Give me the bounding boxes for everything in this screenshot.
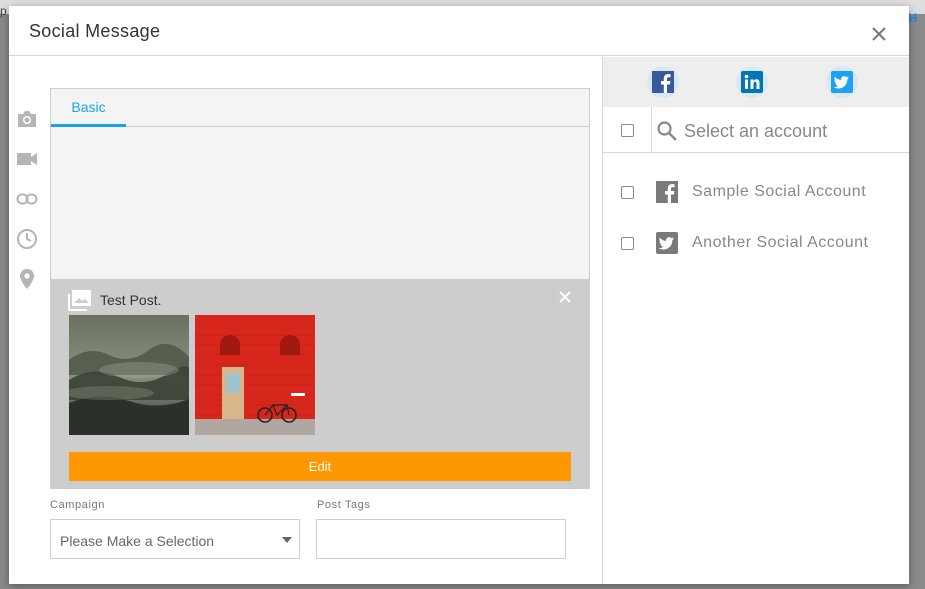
- compose-pane: Basic Test Post. Edit Campaign Post Tags…: [9, 57, 602, 584]
- remove-post-icon[interactable]: [559, 291, 571, 303]
- post-preview: Test Post. Edit: [51, 279, 589, 489]
- close-icon: [872, 27, 886, 41]
- account-checkbox[interactable]: [621, 237, 634, 250]
- add-location-button[interactable]: [15, 267, 39, 291]
- twitter-filter-button[interactable]: [826, 66, 858, 98]
- add-link-button[interactable]: [15, 187, 39, 211]
- camera-icon: [18, 111, 36, 127]
- link-icon: [16, 193, 38, 205]
- campaign-select-value: Please Make a Selection: [60, 533, 215, 549]
- close-button[interactable]: [869, 24, 889, 44]
- image-icon: [68, 290, 91, 311]
- account-name: Another Social Account: [692, 234, 869, 251]
- select-all-checkbox[interactable]: [621, 124, 634, 137]
- post-text: Test Post.: [100, 292, 162, 308]
- clock-icon: [17, 229, 37, 249]
- campaign-label: Campaign: [50, 499, 105, 511]
- account-row[interactable]: Sample Social Account: [603, 171, 909, 211]
- tab-basic[interactable]: Basic: [51, 89, 126, 127]
- post-tags-label: Post Tags: [317, 499, 371, 511]
- facebook-filter-button[interactable]: [647, 66, 679, 98]
- dropdown-arrow-icon: [282, 537, 292, 543]
- add-photo-button[interactable]: [15, 107, 39, 131]
- network-filter-bar: [603, 57, 909, 107]
- twitter-icon: [656, 232, 678, 254]
- editor-tabs: Basic: [51, 89, 589, 127]
- accounts-pane: Sample Social Account Another Social Acc…: [602, 57, 909, 584]
- media-toolbar: [15, 107, 39, 307]
- linkedin-icon: [741, 71, 763, 93]
- modal-title: Social Message: [29, 21, 161, 41]
- video-icon: [17, 153, 37, 165]
- background-page-link: H: [908, 11, 917, 25]
- post-tags-input[interactable]: [316, 519, 566, 559]
- edit-button[interactable]: Edit: [69, 452, 571, 481]
- facebook-icon: [656, 181, 678, 203]
- add-video-button[interactable]: [15, 147, 39, 171]
- schedule-button[interactable]: [15, 227, 39, 251]
- location-pin-icon: [20, 269, 34, 289]
- social-message-modal: Social Message Basic Test Post. Edit Cam…: [9, 6, 909, 584]
- linkedin-filter-button[interactable]: [736, 66, 768, 98]
- modal-header: Social Message: [9, 6, 909, 56]
- account-checkbox[interactable]: [621, 186, 634, 199]
- message-editor: Basic Test Post. Edit: [50, 88, 590, 489]
- search-icon: [657, 121, 677, 141]
- search-divider: [651, 107, 652, 153]
- background-page-text: p: [0, 4, 7, 18]
- account-row[interactable]: Another Social Account: [603, 222, 909, 262]
- account-name: Sample Social Account: [692, 183, 867, 200]
- twitter-icon: [831, 71, 853, 93]
- account-search-row: [603, 107, 909, 153]
- account-search-input[interactable]: [684, 119, 904, 143]
- red-door-image[interactable]: [195, 315, 315, 435]
- forest-image[interactable]: [69, 315, 189, 435]
- facebook-icon: [652, 71, 674, 93]
- campaign-select[interactable]: Please Make a Selection: [50, 519, 300, 559]
